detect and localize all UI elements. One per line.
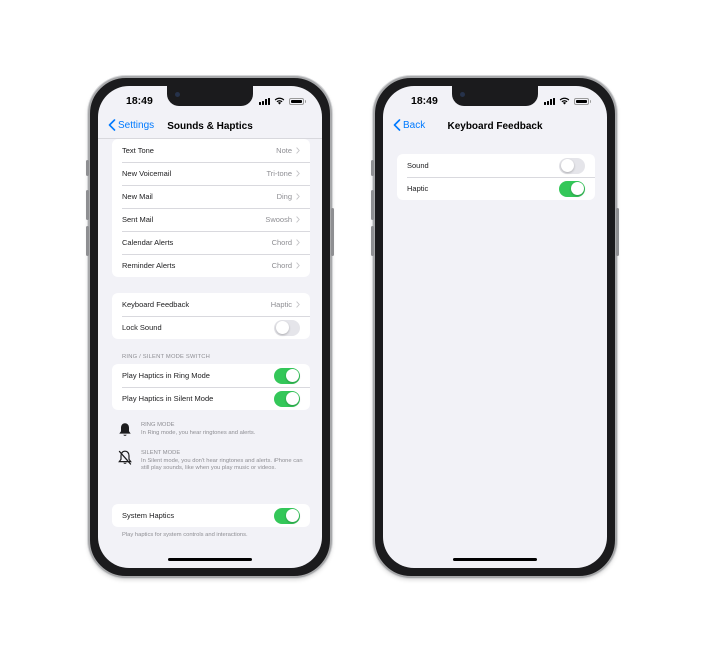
row-label: Lock Sound — [122, 323, 162, 332]
row-label: Calendar Alerts — [122, 238, 174, 247]
ring-haptics-toggle[interactable] — [274, 367, 300, 384]
volume-up-button — [86, 190, 89, 220]
row-label: Play Haptics in Ring Mode — [122, 371, 210, 380]
notch — [167, 86, 253, 106]
silent-mode-info: SILENT MODE In Silent mode, you don't he… — [118, 450, 308, 472]
row-sent-mail[interactable]: Sent Mail Swoosh — [112, 208, 310, 231]
feedback-group: Keyboard Feedback Haptic Lock Sound — [112, 293, 310, 339]
row-value: Haptic — [270, 300, 292, 309]
row-label: New Voicemail — [122, 169, 172, 178]
wifi-icon — [559, 97, 570, 105]
row-system-haptics: System Haptics — [112, 504, 310, 527]
row-sound: Sound — [397, 154, 595, 177]
volume-down-button — [371, 226, 374, 256]
keyboard-feedback-group: Sound Haptic — [397, 154, 595, 200]
ring-mode-desc: In Ring mode, you hear ringtones and ale… — [141, 430, 256, 436]
volume-down-button — [86, 226, 89, 256]
status-icons — [259, 97, 306, 105]
bell-icon — [119, 423, 131, 436]
row-label: New Mail — [122, 192, 153, 201]
status-icons — [544, 97, 591, 105]
row-value: Swoosh — [265, 215, 292, 224]
battery-icon — [574, 97, 591, 105]
ring-silent-group: Play Haptics in Ring Mode Play Haptics i… — [112, 364, 310, 410]
row-silent-haptics: Play Haptics in Silent Mode — [112, 387, 310, 410]
status-time: 18:49 — [411, 95, 438, 107]
system-haptics-toggle[interactable] — [274, 507, 300, 524]
bell-slash-icon — [118, 450, 132, 465]
mute-switch — [86, 160, 89, 176]
home-indicator[interactable] — [453, 558, 537, 561]
row-label: Sent Mail — [122, 215, 154, 224]
battery-icon — [289, 97, 306, 105]
side-button — [331, 208, 334, 256]
row-label: Reminder Alerts — [122, 261, 176, 270]
chevron-right-icon — [296, 216, 300, 223]
volume-up-button — [371, 190, 374, 220]
left-phone-frame: 18:49 Settings Sounds & Haptics Text Ton… — [86, 76, 334, 578]
chevron-right-icon — [296, 262, 300, 269]
right-phone-frame: 18:49 Back Keyboard Feedback Sound Hapti… — [371, 76, 619, 578]
chevron-right-icon — [296, 301, 300, 308]
row-ring-haptics: Play Haptics in Ring Mode — [112, 364, 310, 387]
row-label: Play Haptics in Silent Mode — [122, 394, 214, 403]
row-value: Chord — [271, 238, 292, 247]
row-value: Note — [276, 146, 292, 155]
ring-mode-info: RING MODE In Ring mode, you hear rington… — [118, 422, 308, 438]
front-camera — [175, 92, 180, 97]
status-time: 18:49 — [126, 95, 153, 107]
chevron-right-icon — [296, 239, 300, 246]
ring-silent-header: RING / SILENT MODE SWITCH — [122, 354, 210, 360]
front-camera — [460, 92, 465, 97]
chevron-right-icon — [296, 170, 300, 177]
ring-mode-text: RING MODE In Ring mode, you hear rington… — [141, 422, 255, 438]
system-haptics-group: System Haptics — [112, 504, 310, 527]
row-haptic: Haptic — [397, 177, 595, 200]
chevron-right-icon — [296, 193, 300, 200]
row-reminder-alerts[interactable]: Reminder Alerts Chord — [112, 254, 310, 277]
tones-group: Text Tone Note New Voicemail Tri-tone Ne… — [112, 139, 310, 277]
row-label: System Haptics — [122, 511, 175, 520]
row-value: Chord — [271, 261, 292, 270]
ring-mode-title: RING MODE — [141, 422, 175, 428]
right-screen: 18:49 Back Keyboard Feedback Sound Hapti… — [383, 86, 607, 568]
chevron-right-icon — [296, 147, 300, 154]
nav-bar: Settings Sounds & Haptics — [98, 116, 322, 138]
row-label: Keyboard Feedback — [122, 300, 190, 309]
row-label: Haptic — [407, 184, 429, 193]
row-value: Ding — [276, 192, 292, 201]
silent-mode-title: SILENT MODE — [141, 450, 181, 456]
silent-haptics-toggle[interactable] — [274, 390, 300, 407]
row-new-mail[interactable]: New Mail Ding — [112, 185, 310, 208]
row-calendar-alerts[interactable]: Calendar Alerts Chord — [112, 231, 310, 254]
page-title: Sounds & Haptics — [167, 121, 253, 132]
row-label: Text Tone — [122, 146, 154, 155]
silent-mode-text: SILENT MODE In Silent mode, you don't he… — [141, 450, 308, 472]
row-new-voicemail[interactable]: New Voicemail Tri-tone — [112, 162, 310, 185]
haptic-toggle[interactable] — [559, 180, 585, 197]
row-text-tone[interactable]: Text Tone Note — [112, 139, 310, 162]
notch — [452, 86, 538, 106]
left-screen: 18:49 Settings Sounds & Haptics Text Ton… — [98, 86, 322, 568]
silent-mode-desc: In Silent mode, you don't hear ringtones… — [141, 458, 303, 472]
row-value: Tri-tone — [266, 169, 292, 178]
side-button — [616, 208, 619, 256]
home-indicator[interactable] — [168, 558, 252, 561]
row-lock-sound: Lock Sound — [112, 316, 310, 339]
row-keyboard-feedback[interactable]: Keyboard Feedback Haptic — [112, 293, 310, 316]
row-label: Sound — [407, 161, 429, 170]
nav-bar: Back Keyboard Feedback — [383, 116, 607, 138]
lock-sound-toggle[interactable] — [274, 319, 300, 336]
page-title: Keyboard Feedback — [447, 121, 543, 132]
mute-switch — [371, 160, 374, 176]
cellular-signal-icon — [544, 97, 555, 105]
system-haptics-footer: Play haptics for system controls and int… — [122, 532, 248, 538]
cellular-signal-icon — [259, 97, 270, 105]
sound-toggle[interactable] — [559, 157, 585, 174]
wifi-icon — [274, 97, 285, 105]
